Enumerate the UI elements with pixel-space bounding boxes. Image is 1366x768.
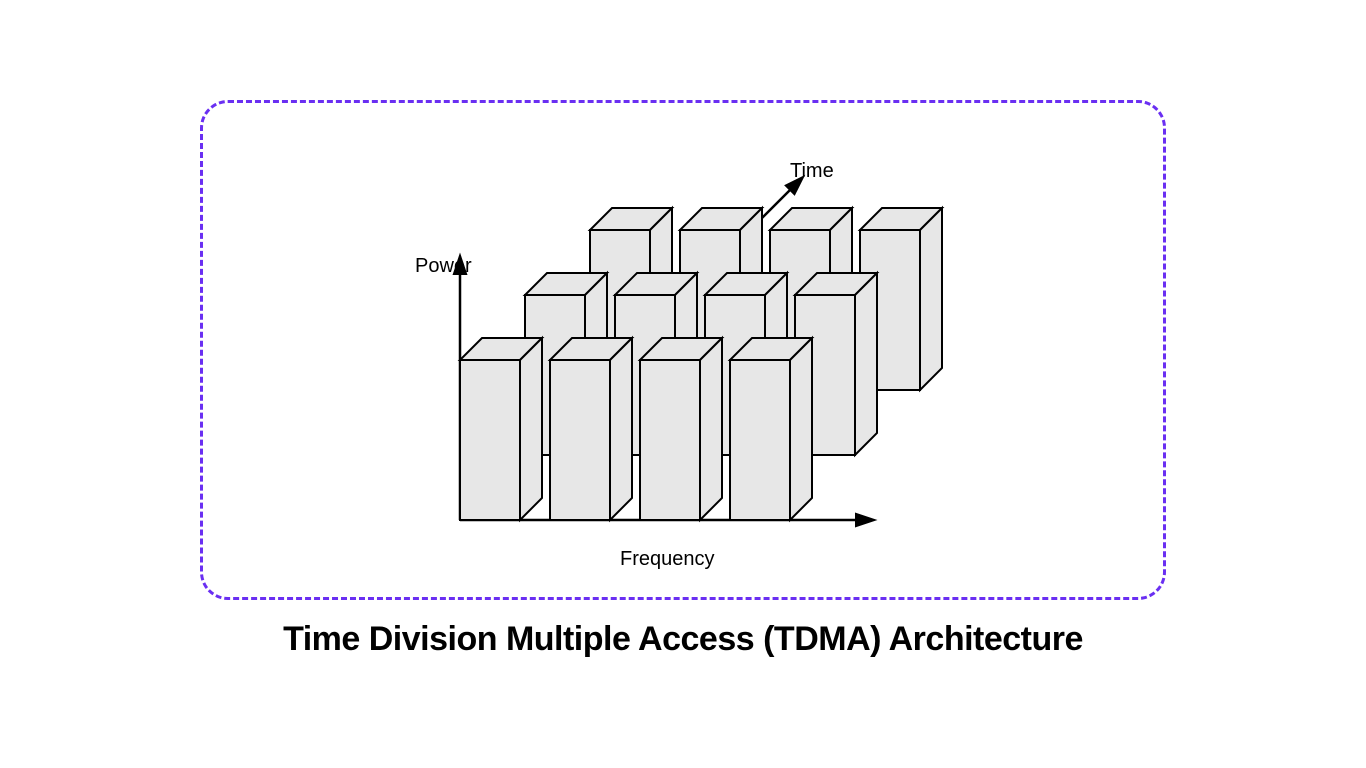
axis-label-time: Time [790, 160, 834, 183]
axis-label-frequency: Frequency [620, 548, 715, 571]
axis-label-power: Power [415, 255, 472, 278]
bar-r0-c3 [730, 338, 812, 520]
tdma-svg [400, 160, 960, 580]
bar-r0-c2 [640, 338, 722, 520]
bar-r0-c1 [550, 338, 632, 520]
bar-r0-c0 [460, 338, 542, 520]
tdma-diagram [400, 160, 960, 580]
diagram-caption: Time Division Multiple Access (TDMA) Arc… [0, 620, 1366, 659]
